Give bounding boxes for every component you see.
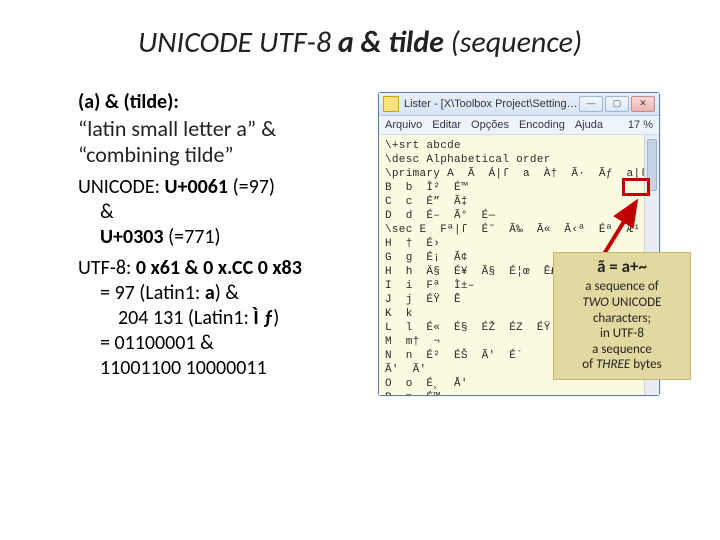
- zoom-percent: 17 %: [628, 119, 659, 131]
- dec-glyphs: Ì ƒ: [253, 306, 273, 330]
- bin-line-1: = 01100001 &: [78, 331, 358, 356]
- utf8-block: UTF-8: 0 x61 & 0 x.CC 0 x83 = 97 (Latin1…: [78, 256, 358, 381]
- menu-opcoes[interactable]: Opções: [471, 119, 509, 131]
- annot-text: bytes: [630, 357, 661, 372]
- file-line: B b Ì² É™: [385, 181, 653, 195]
- dec-a: a: [205, 281, 215, 305]
- left-column: (a) & (tilde): “latin small letter a” & …: [78, 90, 358, 381]
- char-name-2: “combining tilde”: [78, 142, 358, 168]
- slide: UNICODE UTF-8 a & tilde (sequence) (a) &…: [0, 0, 720, 540]
- minimize-button[interactable]: —: [579, 96, 603, 112]
- annot-text: a sequence of: [585, 279, 658, 294]
- dec-line-1: = 97 (Latin1: a) &: [78, 281, 358, 306]
- annotation-equation: ã = a+~: [560, 257, 684, 277]
- file-line: \primary A Ã Á|ſ a À† Ã· Ãƒ a|ſ: [385, 167, 653, 181]
- dec-line-1-end: ) &: [215, 281, 239, 305]
- arrow-icon: [598, 198, 644, 256]
- close-button[interactable]: ✕: [631, 96, 655, 112]
- ampersand-line: &: [78, 200, 358, 225]
- file-line: P p É™: [385, 391, 653, 395]
- codepoint-1: U+0061: [164, 175, 228, 199]
- unicode-label: UNICODE:: [78, 175, 164, 199]
- annotation-box: ã = a+~ a sequence of TWO UNICODE charac…: [553, 252, 691, 380]
- highlight-box: [622, 178, 650, 196]
- unicode-block: UNICODE: U+0061 (=97) & U+0303 (=771): [78, 175, 358, 250]
- subheading: (a) & (tilde):: [78, 90, 358, 114]
- slide-title: UNICODE UTF-8 a & tilde (sequence): [0, 24, 720, 61]
- file-line: \+srt abcde: [385, 139, 653, 153]
- utf8-label: UTF-8:: [78, 256, 136, 280]
- menu-encoding[interactable]: Encoding: [519, 119, 565, 131]
- annot-em: TWO: [582, 295, 608, 310]
- char-names: “latin small letter a” & “combining tild…: [78, 116, 358, 169]
- dec-line-2: 204 131 (Latin1: Ì ƒ): [78, 306, 358, 331]
- bin-line-2: 11001100 10000011: [78, 356, 358, 381]
- maximize-button[interactable]: ▢: [605, 96, 629, 112]
- codepoint-1-dec: (=97): [228, 175, 275, 199]
- codepoint-2-row: U+0303 (=771): [78, 225, 358, 250]
- annot-text: UNICODE: [609, 295, 662, 310]
- file-line: \desc Alphabetical order: [385, 153, 653, 167]
- annotation-line: a sequence of TWO UNICODE characters;: [560, 279, 684, 326]
- window-buttons: — ▢ ✕: [579, 96, 655, 112]
- menu-arquivo[interactable]: Arquivo: [385, 119, 422, 131]
- menu-bar: Arquivo Editar Opções Encoding Ajuda 17 …: [379, 116, 659, 135]
- window-title: Lister - [X\Toolbox Project\Settings\ver…: [404, 98, 579, 110]
- title-part2: (sequence): [444, 24, 582, 61]
- char-name-1: “latin small letter a” &: [78, 116, 358, 142]
- codepoint-2-dec: (=771): [164, 225, 221, 249]
- utf8-bytes: 0 x61 & 0 x.CC 0 x83: [136, 256, 302, 280]
- annot-text: characters;: [593, 311, 651, 326]
- title-part1: UNICODE UTF-8: [138, 24, 338, 61]
- annot-text: of: [582, 357, 596, 372]
- codepoint-2: U+0303: [100, 225, 164, 249]
- window-titlebar[interactable]: Lister - [X\Toolbox Project\Settings\ver…: [379, 93, 659, 116]
- annot-text: in UTF-8: [600, 326, 644, 341]
- dec-line-2-end: ): [273, 306, 279, 330]
- title-bold: a & tilde: [338, 24, 444, 61]
- dec-line-1-pre: = 97 (Latin1:: [100, 281, 205, 305]
- annot-em: THREE: [596, 357, 630, 372]
- menu-editar[interactable]: Editar: [432, 119, 461, 131]
- app-icon: [383, 96, 399, 112]
- annot-text: a sequence: [592, 342, 652, 357]
- dec-line-2-pre: 204 131 (Latin1:: [118, 306, 253, 330]
- annotation-line: in UTF-8 a sequence of THREE bytes: [560, 326, 684, 373]
- menu-ajuda[interactable]: Ajuda: [575, 119, 603, 131]
